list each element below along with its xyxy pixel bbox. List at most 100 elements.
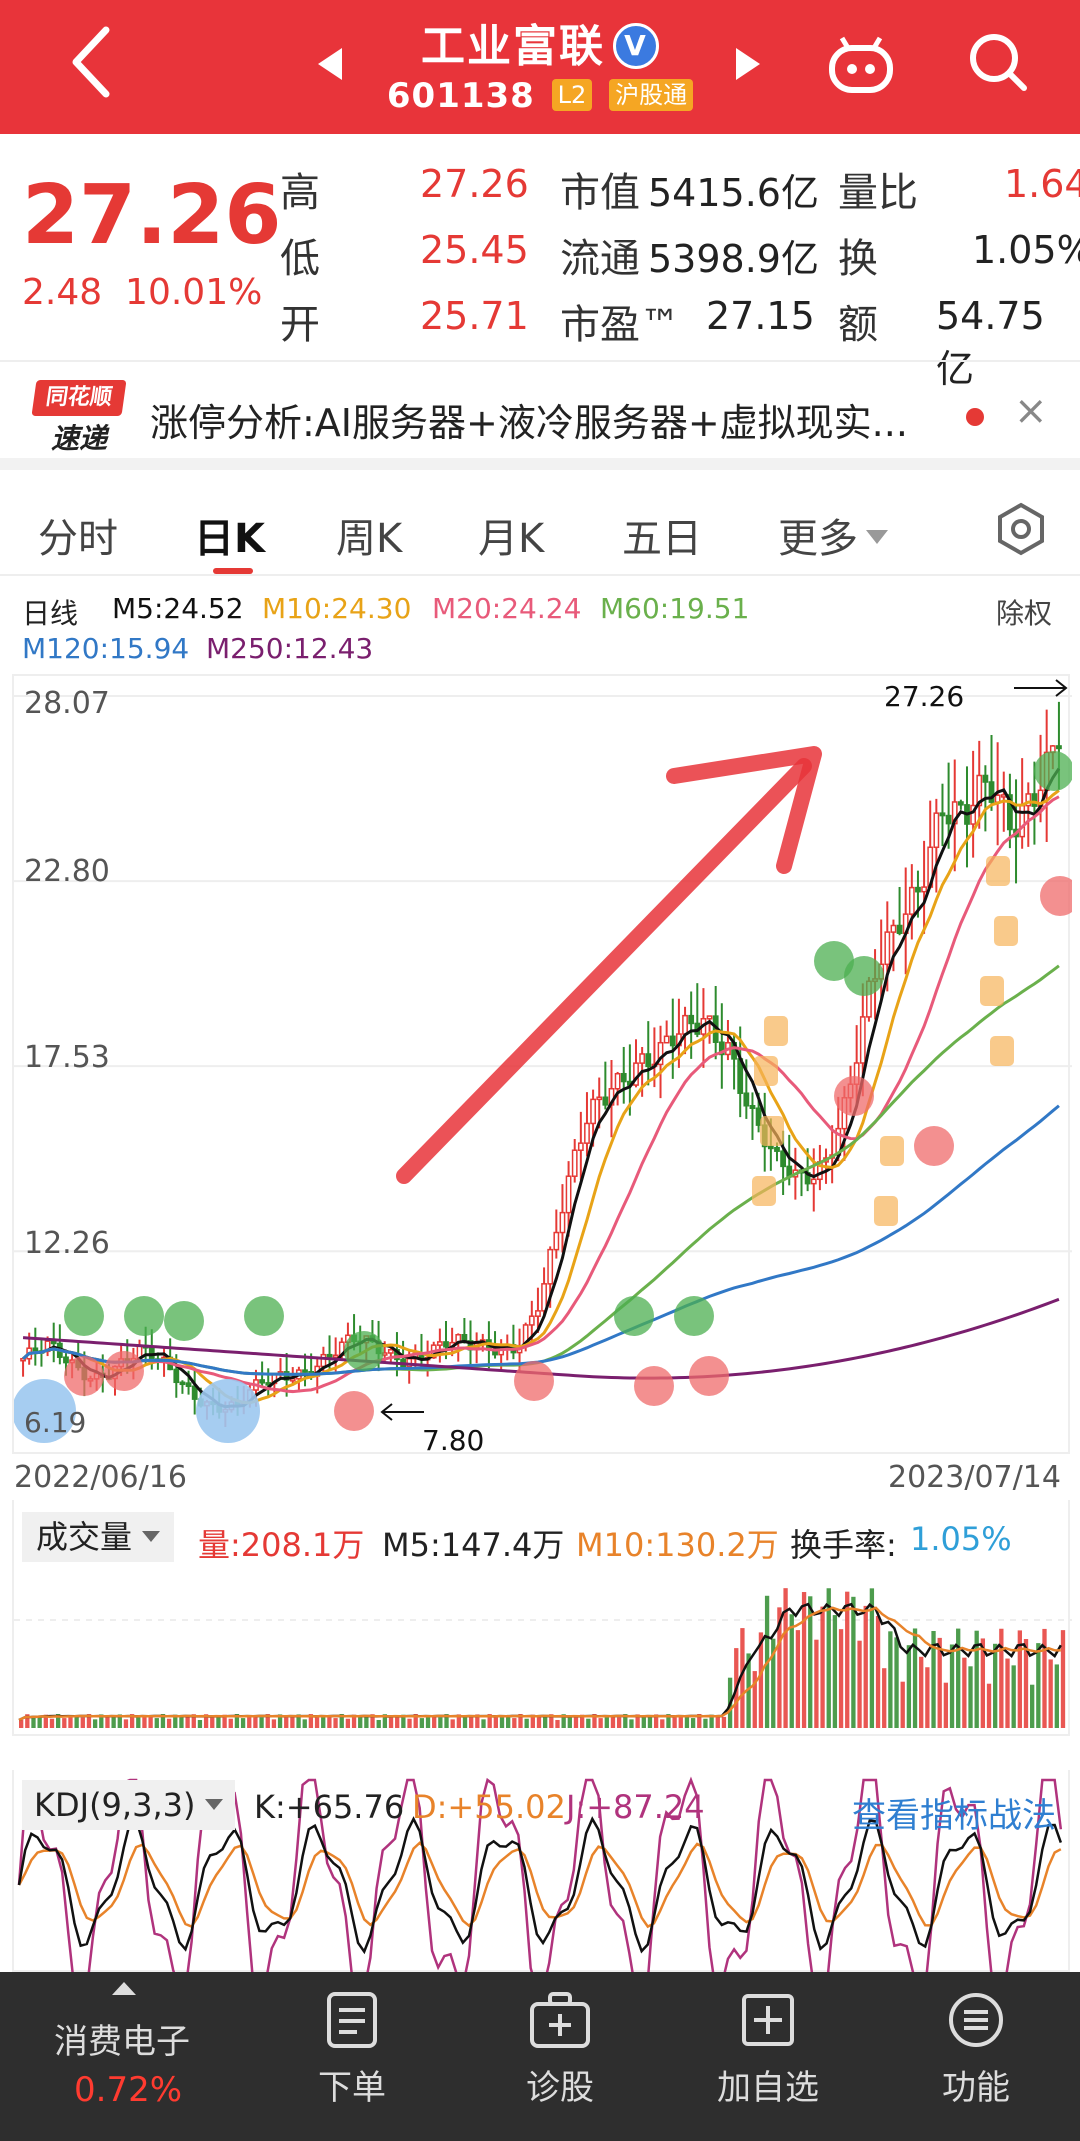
left-price-annotation: 6.19 <box>24 1406 87 1439</box>
volume-bar <box>512 1718 517 1728</box>
volume-bar <box>92 1719 98 1728</box>
functions-label: 功能 <box>942 2068 1010 2108</box>
volume-bar <box>123 1719 129 1728</box>
sequence-count-box <box>994 916 1018 946</box>
volume-selector[interactable]: 成交量 <box>22 1512 175 1562</box>
diagnose-label: 诊股 <box>526 2068 594 2108</box>
turnover-rate-value: 1.05% <box>910 1520 1012 1558</box>
volume-bar <box>481 1719 486 1728</box>
close-icon[interactable]: × <box>1014 388 1048 434</box>
volume-bar <box>111 1716 116 1728</box>
kdj-d-value: D:+55.02 <box>412 1788 566 1826</box>
order-button[interactable]: 下单 <box>282 1990 422 2130</box>
stock-title: 工业富联 V <box>0 10 1080 74</box>
volume-bar <box>906 1645 912 1728</box>
volume-bar <box>1042 1628 1047 1728</box>
tab-more-label: 更多 <box>778 516 858 562</box>
news-logo-top: 同花顺 <box>31 380 127 416</box>
candle-body <box>663 1035 670 1044</box>
diagnose-button[interactable]: 诊股 <box>490 1990 630 2130</box>
volume-bar <box>814 1639 819 1728</box>
sector-name[interactable]: 消费电子 <box>54 2014 190 2063</box>
candle-body <box>945 814 952 825</box>
volume-bar <box>949 1644 955 1728</box>
sequence-count-box <box>754 1056 778 1086</box>
candle-body <box>896 924 903 935</box>
y-tick-label: 12.26 <box>24 1226 110 1261</box>
fullscreen-icon <box>196 1379 260 1443</box>
candle-body <box>859 1016 866 1064</box>
indicator-selector[interactable]: KDJ(9,3,3) <box>22 1780 236 1830</box>
candle-body <box>191 1385 198 1400</box>
pe-label: 市盈™ <box>560 302 680 348</box>
settings-hexagon-icon[interactable] <box>994 502 1048 556</box>
tab-intraday[interactable]: 分时 <box>38 506 118 564</box>
volume-bar <box>586 1718 591 1728</box>
candle-body <box>810 1178 817 1185</box>
volume-bar <box>962 1657 967 1728</box>
signal-badge <box>124 1296 164 1336</box>
candle-body <box>1056 745 1062 750</box>
candle-body <box>774 1146 780 1152</box>
medical-kit-icon <box>530 1992 590 2048</box>
tab-weekly-k[interactable]: 周K <box>336 506 402 564</box>
candle-body <box>32 1347 39 1352</box>
indicator-strategy-link[interactable]: 查看指标战法 <box>852 1788 1056 1837</box>
volume-bar <box>166 1718 172 1728</box>
ths-flash-logo: 同花顺 速递 <box>31 380 127 458</box>
candle-body <box>639 1053 646 1064</box>
candle-body <box>780 1150 787 1168</box>
stock-detail-screen: { "header": { "title": "工业富联", "verified… <box>0 0 1080 2141</box>
volume-bar <box>703 1718 708 1728</box>
tab-daily-k[interactable]: 日K <box>194 506 265 564</box>
turnover-value: 1.05% <box>972 228 1080 272</box>
robot-assistant-icon[interactable] <box>826 36 896 96</box>
candle-body <box>596 1096 603 1101</box>
news-headline[interactable]: 涨停分析:AI服务器+液冷服务器+虚拟现实... <box>150 392 908 447</box>
order-label: 下单 <box>318 2068 386 2108</box>
sequence-count-box <box>880 1136 904 1166</box>
kline-chart[interactable] <box>12 674 1080 1454</box>
ma-period-label: 日线 <box>22 597 79 630</box>
candle-body <box>565 1175 572 1214</box>
candle-body <box>908 886 915 915</box>
tab-five-day[interactable]: 五日 <box>622 506 702 564</box>
candle-body <box>982 774 989 783</box>
float-value: 5398.9亿 <box>648 237 819 281</box>
next-stock-icon[interactable] <box>736 48 760 80</box>
add-watchlist-button[interactable]: 加自选 <box>698 1990 838 2130</box>
verified-badge-icon: V <box>613 23 659 69</box>
expand-up-icon[interactable] <box>112 1982 136 1995</box>
volume-bar <box>1036 1643 1041 1728</box>
high-annotation: 27.26 <box>884 680 965 713</box>
volume-bar <box>882 1668 887 1728</box>
news-ticker[interactable]: 同花顺 速递 涨停分析:AI服务器+液冷服务器+虚拟现实... <box>0 360 1080 470</box>
volume-bar <box>567 1716 572 1728</box>
signal-badge <box>614 1296 654 1336</box>
search-icon[interactable] <box>966 30 1030 94</box>
candle-body <box>553 1231 560 1251</box>
signal-badge <box>244 1296 284 1336</box>
volume-bar <box>820 1606 825 1728</box>
candle-body <box>1019 804 1026 838</box>
volume-bar <box>1011 1665 1016 1728</box>
volume-bar <box>388 1716 394 1728</box>
signal-badge <box>689 1356 729 1396</box>
tab-more[interactable]: 更多 <box>778 506 888 564</box>
news-logo-bottom: 速递 <box>50 422 107 455</box>
volume-bar <box>216 1715 221 1728</box>
candle-body <box>332 1354 339 1358</box>
ex-rights-toggle[interactable]: 除权 <box>996 592 1052 632</box>
add-watchlist-label: 加自选 <box>717 2068 819 2108</box>
candle-body <box>1031 793 1038 807</box>
volume-bar <box>555 1719 560 1728</box>
candle-body <box>749 1105 756 1109</box>
volume-bar <box>333 1718 338 1728</box>
volume-bar <box>240 1718 246 1728</box>
candle-body <box>387 1349 394 1354</box>
volume-bar <box>210 1716 215 1728</box>
volume-bar <box>912 1628 918 1728</box>
functions-button[interactable]: 功能 <box>906 1990 1046 2130</box>
volume-bar <box>616 1717 622 1728</box>
tab-monthly-k[interactable]: 月K <box>478 506 544 564</box>
